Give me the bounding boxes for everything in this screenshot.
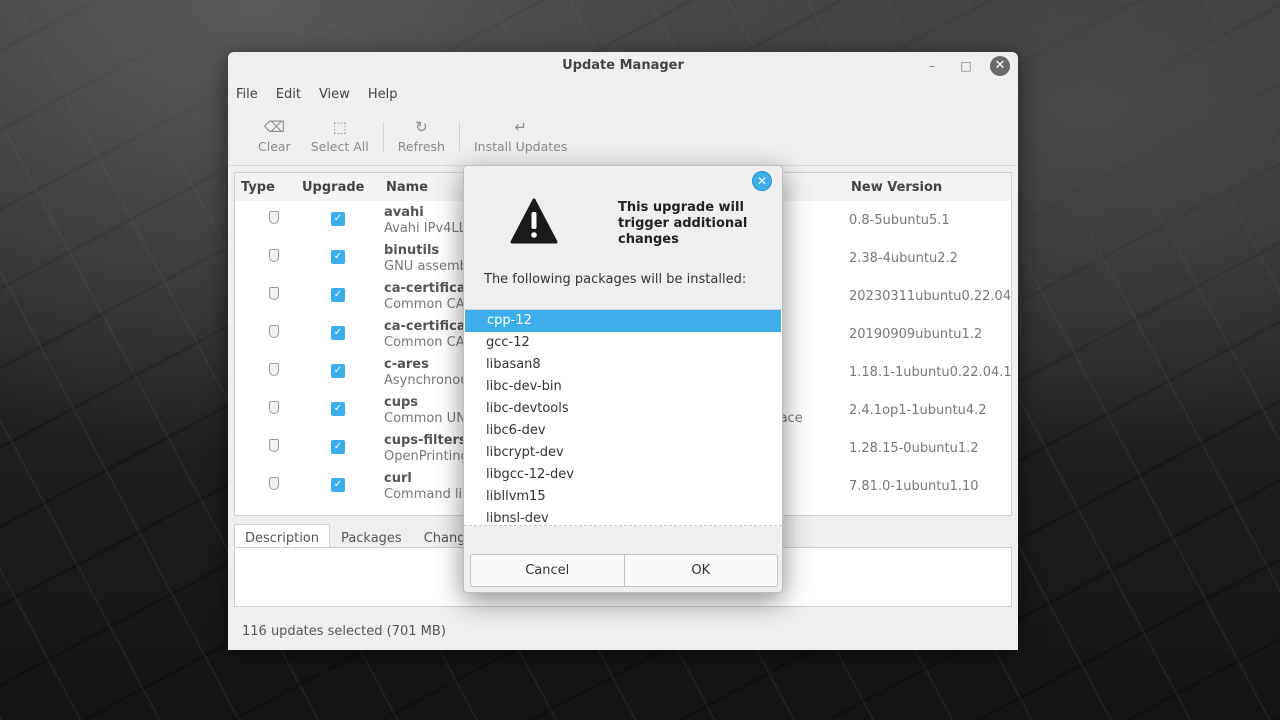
upgrade-checkbox[interactable]: ✓	[331, 212, 345, 226]
package-name: cups	[384, 395, 419, 410]
changes-dialog: ✕ This upgrade will trigger additional c…	[463, 165, 783, 593]
shield-icon	[269, 477, 279, 490]
package-list-item[interactable]: cpp-12	[465, 310, 781, 332]
close-button[interactable]: ✕	[990, 56, 1010, 76]
package-description: Command lin	[384, 487, 471, 502]
dialog-close-button[interactable]: ✕	[752, 171, 772, 191]
menu-edit[interactable]: Edit	[276, 87, 301, 102]
package-description: OpenPrinting	[384, 449, 469, 464]
package-description: Common CA	[384, 335, 465, 350]
refresh-icon: ↻	[415, 118, 428, 136]
dialog-title: This upgrade will trigger additional cha…	[618, 200, 748, 247]
package-list-item[interactable]: libasan8	[464, 354, 782, 376]
package-list-item[interactable]: libnsl-dev	[464, 508, 782, 525]
upgrade-checkbox[interactable]: ✓	[331, 440, 345, 454]
clear-button[interactable]: ⌫ Clear	[248, 108, 301, 165]
package-list-item[interactable]: gcc-12	[464, 332, 782, 354]
menu-file[interactable]: File	[236, 87, 258, 102]
shield-icon	[269, 325, 279, 338]
shield-icon	[269, 439, 279, 452]
package-list-item[interactable]: libc-devtools	[464, 398, 782, 420]
ok-button[interactable]: OK	[623, 555, 778, 586]
package-new-version: 2.38-4ubuntu2.2	[849, 251, 958, 266]
package-new-version: 20230311ubuntu0.22.04.1	[849, 289, 1012, 304]
refresh-button[interactable]: ↻ Refresh	[388, 108, 455, 165]
install-updates-label: Install Updates	[473, 139, 568, 154]
package-name: avahi	[384, 205, 424, 220]
minimize-button[interactable]: –	[922, 56, 942, 76]
select-all-label: Select All	[310, 139, 369, 154]
upgrade-checkbox[interactable]: ✓	[331, 478, 345, 492]
package-list-item[interactable]: libgcc-12-dev	[464, 464, 782, 486]
package-new-version: 1.28.15-0ubuntu1.2	[849, 441, 979, 456]
menu-help[interactable]: Help	[368, 87, 398, 102]
select-all-icon: ⬚	[332, 118, 347, 136]
package-description: Asynchronou	[384, 373, 469, 388]
package-description: GNU assembl	[384, 259, 472, 274]
package-list-item[interactable]: libcrypt-dev	[464, 442, 782, 464]
clear-icon: ⌫	[263, 118, 285, 136]
select-all-button[interactable]: ⬚ Select All	[301, 108, 379, 165]
status-text: 116 updates selected (701 MB)	[242, 624, 446, 639]
dialog-message: The following packages will be installed…	[484, 272, 747, 287]
package-name: c-ares	[384, 357, 429, 372]
upgrade-checkbox[interactable]: ✓	[331, 402, 345, 416]
refresh-label: Refresh	[397, 139, 445, 154]
clear-label: Clear	[258, 139, 291, 154]
shield-icon	[269, 287, 279, 300]
upgrade-checkbox[interactable]: ✓	[331, 364, 345, 378]
toolbar-separator	[458, 122, 460, 151]
package-new-version: 2.4.1op1-1ubuntu4.2	[849, 403, 987, 418]
shield-icon	[269, 363, 279, 376]
shield-icon	[269, 249, 279, 262]
package-new-version: 1.18.1-1ubuntu0.22.04.1	[849, 365, 1012, 380]
window-controls: – □ ✕	[922, 56, 1010, 76]
upgrade-checkbox[interactable]: ✓	[331, 250, 345, 264]
column-type[interactable]: Type	[241, 180, 275, 195]
warning-icon	[510, 198, 558, 244]
column-upgrade[interactable]: Upgrade	[302, 180, 364, 195]
package-description: Common CA	[384, 297, 465, 312]
package-new-version: 0.8-5ubuntu5.1	[849, 213, 950, 228]
package-list-item[interactable]: libc-dev-bin	[464, 376, 782, 398]
shield-icon	[269, 401, 279, 414]
dialog-buttons: Cancel OK	[470, 554, 778, 587]
install-updates-button[interactable]: ↵ Install Updates	[464, 108, 577, 165]
package-list-item[interactable]: libc6-dev	[464, 420, 782, 442]
package-description: Common UNI	[384, 411, 470, 426]
package-new-version: 7.81.0-1ubuntu1.10	[849, 479, 979, 494]
menubar: File Edit View Help	[228, 80, 1018, 108]
package-new-version: 20190909ubuntu1.2	[849, 327, 983, 342]
toolbar: ⌫ Clear ⬚ Select All ↻ Refresh ↵ Install…	[228, 108, 1018, 166]
package-name: cups-filters	[384, 433, 467, 448]
package-name: binutils	[384, 243, 440, 258]
package-name: curl	[384, 471, 412, 486]
window-title: Update Manager	[562, 58, 684, 73]
column-name[interactable]: Name	[386, 180, 428, 195]
package-list[interactable]: cpp-12 gcc-12 libasan8 libc-dev-bin libc-dev…	[464, 309, 782, 526]
column-new-version[interactable]: New Version	[851, 180, 942, 195]
toolbar-separator	[382, 122, 384, 151]
package-list-item[interactable]: libllvm15	[464, 486, 782, 508]
package-description: Avahi IPv4LL	[384, 221, 466, 236]
upgrade-checkbox[interactable]: ✓	[331, 326, 345, 340]
upgrade-checkbox[interactable]: ✓	[331, 288, 345, 302]
install-icon: ↵	[514, 118, 527, 136]
maximize-button[interactable]: □	[956, 56, 976, 76]
titlebar: Update Manager – □ ✕	[228, 52, 1018, 80]
cancel-button[interactable]: Cancel	[471, 555, 624, 586]
shield-icon	[269, 211, 279, 224]
menu-view[interactable]: View	[319, 87, 350, 102]
